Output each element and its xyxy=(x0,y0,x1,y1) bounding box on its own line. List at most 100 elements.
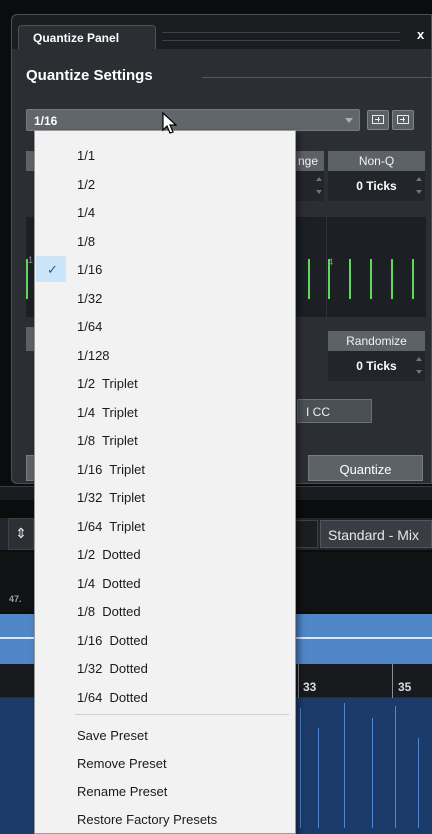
grid-line xyxy=(26,259,28,299)
menu-item-label: 1/4 Triplet xyxy=(77,404,138,420)
menu-action-label: Rename Preset xyxy=(77,784,168,799)
menu-action-item[interactable]: Restore Factory Presets xyxy=(35,805,295,833)
panel-tab-bar: Quantize Panel x xyxy=(12,15,431,49)
mouse-cursor-icon xyxy=(162,112,178,134)
menu-item[interactable]: 1/16 Triplet xyxy=(35,455,295,483)
menu-item[interactable]: 1/4 Triplet xyxy=(35,398,295,426)
menu-item[interactable]: 1/1 xyxy=(35,141,295,169)
menu-item-label: 1/8 Triplet xyxy=(77,433,138,448)
menu-item[interactable]: 1/128 xyxy=(35,341,295,369)
randomize-value: 0 Ticks xyxy=(356,359,397,373)
menu-item-label: 1/16 Dotted xyxy=(77,632,148,648)
menu-action-item[interactable]: Save Preset xyxy=(35,721,295,749)
waveform-stroke xyxy=(300,708,301,828)
close-icon[interactable]: x xyxy=(417,27,424,42)
menu-item[interactable]: 1/8 xyxy=(35,227,295,255)
menu-item-label: 1/8 Dotted xyxy=(77,604,141,619)
grid-line xyxy=(391,259,393,299)
menu-item[interactable]: 1/16 Dotted xyxy=(35,626,295,654)
menu-item-label: 1/32 Triplet xyxy=(77,490,145,505)
grid-number: 1 xyxy=(28,255,34,265)
check-highlight: ✓ xyxy=(36,256,66,282)
menu-item-label: 1/64 Triplet xyxy=(77,518,145,534)
spin-up-icon[interactable] xyxy=(316,177,322,181)
non-q-value: 0 Ticks xyxy=(356,179,397,193)
menu-item-label: 1/64 xyxy=(77,319,103,334)
standard-mix-select[interactable]: Standard - Mix xyxy=(320,520,432,548)
grid-beat-line xyxy=(326,217,327,317)
menu-item-label: 1/32 xyxy=(77,290,103,306)
tab-quantize-panel[interactable]: Quantize Panel xyxy=(18,25,156,49)
menu-item-label: 1/16 xyxy=(77,262,103,277)
ruler-number: 33 xyxy=(303,680,317,694)
waveform-stroke xyxy=(418,738,419,828)
menu-action-label: Save Preset xyxy=(77,728,148,743)
randomize-header: Randomize xyxy=(328,331,425,351)
grid-line xyxy=(349,259,351,299)
non-q-header: Non-Q xyxy=(328,151,425,171)
waveform-stroke xyxy=(344,703,345,828)
preset-select[interactable]: 1/16 xyxy=(26,109,360,131)
toolbar-field[interactable] xyxy=(295,520,318,548)
non-q-field[interactable]: 0 Ticks xyxy=(328,171,425,201)
menu-item-label: 1/8 xyxy=(77,233,96,249)
spin-up-icon[interactable] xyxy=(416,177,422,181)
tab-bar-grip xyxy=(162,32,400,41)
grid-line xyxy=(328,259,330,299)
menu-item-label: 1/2 Dotted xyxy=(77,547,141,562)
checkmark-icon: ✓ xyxy=(47,262,58,277)
menu-item-label: 1/16 Triplet xyxy=(77,461,145,477)
menu-action-label: Restore Factory Presets xyxy=(77,812,218,827)
menu-item[interactable]: 1/32 Triplet xyxy=(35,483,295,511)
menu-item[interactable]: 1/2 xyxy=(35,170,295,198)
grid-line xyxy=(308,259,310,299)
spin-down-icon[interactable] xyxy=(416,190,422,194)
add-preset-button[interactable] xyxy=(367,110,389,130)
chevron-down-icon xyxy=(345,118,353,123)
menu-item-label: 1/1 xyxy=(77,148,96,163)
spin-down-icon[interactable] xyxy=(416,370,422,374)
ruler-tick xyxy=(298,664,299,698)
sort-updown-icon[interactable]: ⇕ xyxy=(8,518,34,550)
menu-item[interactable]: 1/32 xyxy=(35,284,295,312)
grid-line xyxy=(412,259,414,299)
grid-line xyxy=(370,259,372,299)
menu-item[interactable]: 1/2 Dotted xyxy=(35,540,295,568)
menu-item[interactable]: 1/64 Triplet xyxy=(35,512,295,540)
menu-item[interactable]: 1/64 xyxy=(35,312,295,340)
section-divider xyxy=(202,77,432,78)
menu-item-label: 1/32 Dotted xyxy=(77,661,148,676)
menu-item-label: 1/64 Dotted xyxy=(77,689,148,705)
add-preset-icon xyxy=(372,115,384,124)
menu-item-label: 1/128 xyxy=(77,347,110,363)
menu-item-label: 1/4 Dotted xyxy=(77,575,141,591)
remove-preset-button[interactable] xyxy=(392,110,414,130)
menu-item-label: 1/4 xyxy=(77,205,96,220)
menu-action-item[interactable]: Rename Preset xyxy=(35,777,295,805)
randomize-field[interactable]: 0 Ticks xyxy=(328,351,425,381)
spin-down-icon[interactable] xyxy=(316,190,322,194)
ruler-number: 35 xyxy=(398,680,412,694)
menu-action-item[interactable]: Remove Preset xyxy=(35,749,295,777)
menu-item[interactable]: 1/8 Triplet xyxy=(35,426,295,454)
quantize-button[interactable]: Quantize xyxy=(308,455,423,481)
section-title: Quantize Settings xyxy=(26,67,153,84)
waveform-stroke xyxy=(372,718,373,828)
menu-item[interactable]: 1/32 Dotted xyxy=(35,654,295,682)
waveform-stroke xyxy=(318,728,319,828)
menu-item[interactable]: 1/4 Dotted xyxy=(35,569,295,597)
menu-separator xyxy=(75,714,289,715)
menu-item[interactable]: 1/2 Triplet xyxy=(35,369,295,397)
midi-cc-button[interactable]: I CC xyxy=(297,399,372,423)
menu-item-label: 1/2 Triplet xyxy=(77,376,138,391)
remove-preset-icon xyxy=(397,115,409,124)
menu-item[interactable]: 1/4 xyxy=(35,198,295,226)
menu-item-label: 1/2 xyxy=(77,176,96,192)
menu-item[interactable]: 1/64 Dotted xyxy=(35,683,295,711)
spin-up-icon[interactable] xyxy=(416,357,422,361)
menu-action-label: Remove Preset xyxy=(77,756,167,771)
menu-item[interactable]: 1/8 Dotted xyxy=(35,597,295,625)
preset-select-value: 1/16 xyxy=(34,114,58,128)
menu-item[interactable]: ✓ 1/16 xyxy=(35,255,295,283)
ruler-tick xyxy=(392,664,393,698)
